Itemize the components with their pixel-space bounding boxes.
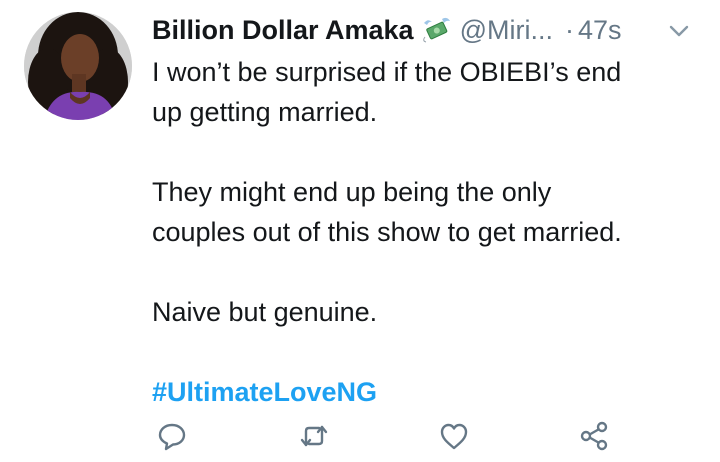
tweet-text: I won’t be surprised if the OBIEBI’s end… [152,52,712,412]
avatar[interactable] [24,12,132,120]
hashtag-link[interactable]: #UltimateLoveNG [152,377,377,407]
money-with-wings-icon [422,17,452,43]
reply-button[interactable] [154,418,190,454]
action-bar [152,418,622,454]
like-button[interactable] [436,418,472,454]
share-icon [580,421,608,451]
share-button[interactable] [576,418,612,454]
tweet-text-line: Naive but genuine. [152,297,378,327]
tweet-header: Billion Dollar Amaka @Miri... · 47s [152,12,700,48]
like-icon [440,423,468,450]
avatar-image [24,12,132,120]
separator-dot: · [564,14,574,45]
retweet-icon [300,425,328,447]
tweet-card[interactable]: Billion Dollar Amaka @Miri... · 47s I wo… [0,0,720,462]
timestamp[interactable]: 47s [578,15,622,46]
tweet-text-line: couples out of this show to get married. [152,217,622,247]
tweet-text-line: up getting married. [152,97,378,127]
user-handle[interactable]: @Miri... [460,15,553,46]
chevron-down-icon[interactable] [668,18,690,40]
reply-icon [158,423,186,451]
retweet-button[interactable] [296,418,332,454]
display-name[interactable]: Billion Dollar Amaka [152,15,414,46]
tweet-text-line: I won’t be surprised if the OBIEBI’s end [152,57,622,87]
tweet-text-line: They might end up being the only [152,177,552,207]
